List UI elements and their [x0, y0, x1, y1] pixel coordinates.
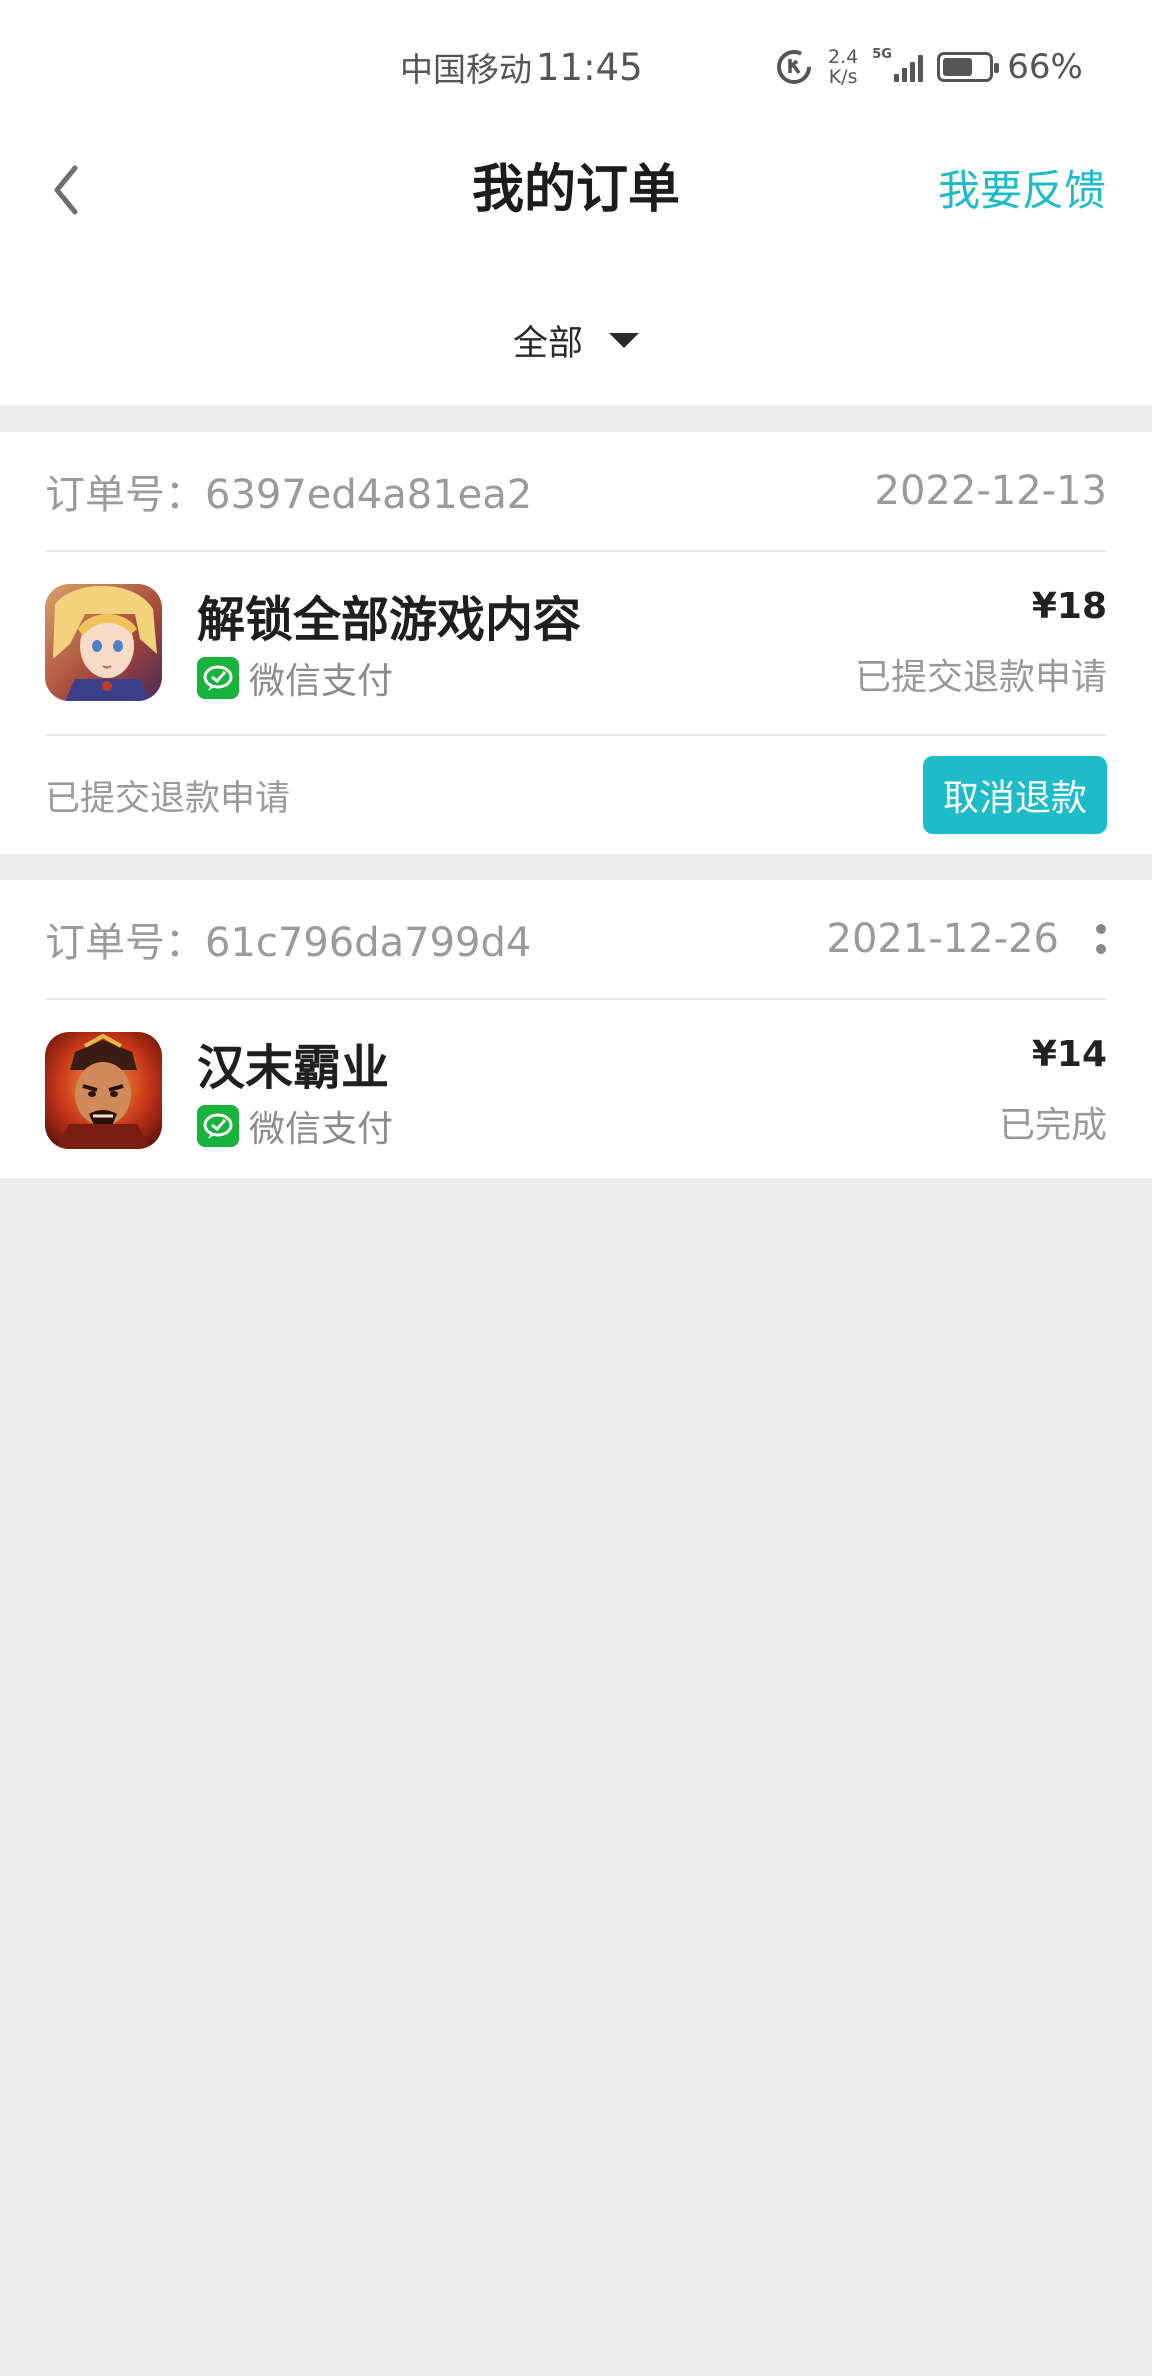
order-card: 订单号：61c796da799d4 2021-12-26 汉末霸业 微信支付 ¥… — [0, 880, 1152, 1178]
more-vertical-icon[interactable] — [1095, 924, 1107, 954]
data-saver-icon — [777, 50, 811, 84]
filter-label: 全部 — [512, 323, 583, 364]
order-status: 已完成 — [998, 1105, 1107, 1146]
payment-method: 微信支付 — [197, 652, 393, 704]
wechat-pay-icon — [197, 657, 239, 699]
signal-bar — [902, 68, 908, 82]
network-speed-value: 2.4 — [828, 46, 859, 68]
chevron-left-icon — [54, 165, 78, 215]
wechat-pay-icon — [197, 1105, 239, 1147]
order-filter-dropdown[interactable]: 全部 — [0, 300, 1152, 380]
order-date: 2021-12-26 — [826, 916, 1059, 962]
order-header: 订单号：61c796da799d4 2021-12-26 — [45, 880, 1107, 1000]
feedback-link[interactable]: 我要反馈 — [938, 163, 1106, 219]
nav-bar: 我的订单 我要反馈 — [0, 135, 1152, 245]
more-dot — [1096, 924, 1106, 934]
status-bar: 中国移动 11:45 2.4 K/s 5G 66% — [0, 0, 1152, 135]
order-price: ¥18 — [1031, 586, 1107, 627]
order-date: 2022-12-13 — [874, 468, 1107, 514]
order-header: 订单号：6397ed4a81ea2 2022-12-13 — [45, 432, 1107, 552]
order-number: 订单号：6397ed4a81ea2 — [45, 472, 533, 518]
payment-label: 微信支付 — [249, 661, 394, 702]
network-speed-unit: K/s — [828, 66, 858, 88]
order-number: 订单号：61c796da799d4 — [45, 920, 532, 966]
network-speed: 2.4 K/s — [828, 47, 858, 87]
order-footer: 已提交退款申请 取消退款 — [45, 734, 1107, 854]
battery-percent: 66% — [1007, 47, 1083, 87]
back-button[interactable] — [30, 155, 100, 225]
signal-bar — [910, 62, 916, 82]
signal-bar — [918, 55, 924, 82]
signal-bar — [894, 74, 900, 82]
order-status: 已提交退款申请 — [854, 657, 1107, 698]
caret-down-icon — [609, 332, 639, 348]
signal-icon: 5G — [872, 48, 924, 82]
battery-icon — [937, 52, 1000, 82]
refund-status: 已提交退款申请 — [45, 778, 291, 819]
clock: 11:45 — [536, 45, 643, 89]
battery-level — [943, 58, 973, 76]
order-price: ¥14 — [1031, 1034, 1107, 1075]
payment-method: 微信支付 — [197, 1100, 393, 1152]
network-type: 5G — [872, 47, 892, 62]
payment-label: 微信支付 — [249, 1109, 394, 1150]
warrior-game-app-icon — [45, 1032, 162, 1149]
battery-cap — [994, 63, 1000, 73]
status-center: 中国移动 11:45 — [400, 42, 643, 92]
order-item[interactable]: 解锁全部游戏内容 微信支付 ¥18 已提交退款申请 — [45, 552, 1107, 734]
carrier-name: 中国移动 — [400, 50, 532, 89]
more-dot — [1096, 944, 1106, 954]
order-item[interactable]: 汉末霸业 微信支付 ¥14 已完成 — [45, 1000, 1107, 1178]
cancel-refund-button[interactable]: 取消退款 — [922, 756, 1107, 834]
order-header-right: 2021-12-26 — [827, 916, 1107, 962]
product-name: 汉末霸业 — [197, 1040, 390, 1096]
product-name: 解锁全部游戏内容 — [197, 592, 582, 648]
anime-character-app-icon — [45, 584, 162, 701]
status-icons: 2.4 K/s 5G 66% — [774, 42, 1083, 92]
order-card: 订单号：6397ed4a81ea2 2022-12-13 解锁全部游戏内容 微信… — [0, 432, 1152, 854]
